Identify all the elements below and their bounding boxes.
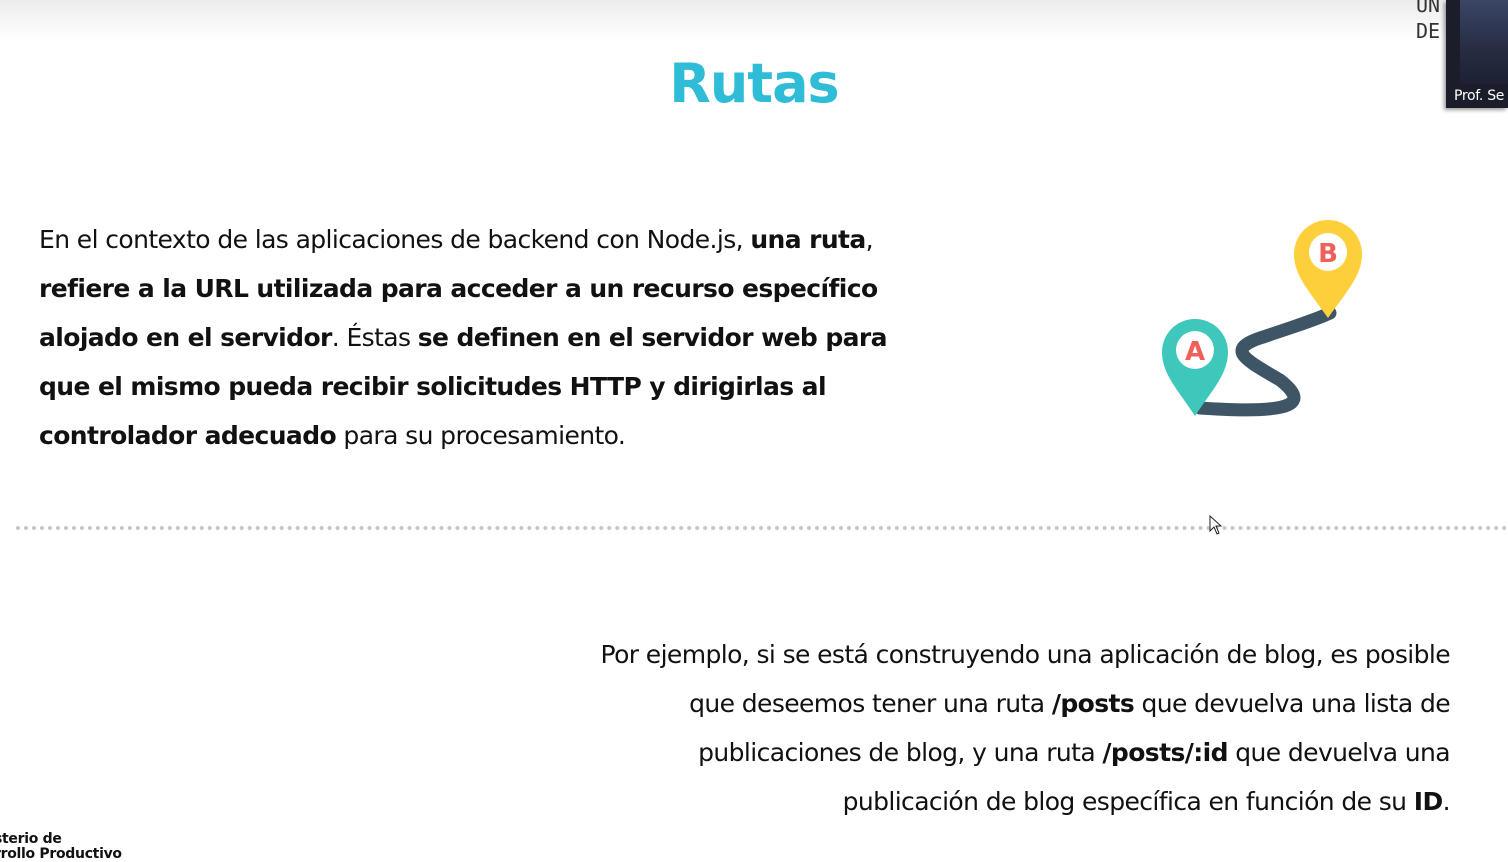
footer-line: rrollo Productivo: [0, 846, 122, 862]
participant-video-tile[interactable]: Prof. Se: [1446, 0, 1508, 108]
participant-name: Prof. Se: [1454, 88, 1505, 104]
text-run: En el contexto de las aplicaciones de ba…: [39, 225, 751, 254]
pin-a-icon: A: [1162, 319, 1228, 416]
text-run: para su procesamiento.: [336, 421, 626, 450]
bold-run: una ruta: [750, 225, 866, 254]
participant-video-feed: [1460, 0, 1508, 84]
bold-run: ID: [1413, 787, 1443, 816]
dotted-divider: [16, 526, 1508, 530]
footer-line: sterio de: [0, 831, 62, 847]
slide-title: Rutas: [669, 52, 839, 115]
mouse-cursor-icon: [1209, 514, 1223, 535]
route-map-pins-icon: B A: [1162, 220, 1362, 417]
top-shade: [0, 0, 1508, 40]
text-run: . Éstas: [331, 323, 418, 352]
definition-paragraph: En el contexto de las aplicaciones de ba…: [39, 215, 899, 460]
text-run: ,: [865, 225, 874, 254]
pin-b-label: B: [1318, 239, 1338, 269]
background-text: UN DE: [1416, 0, 1441, 43]
bold-run: /posts/:id: [1102, 738, 1228, 767]
text-run: .: [1442, 787, 1451, 816]
bold-run: /posts: [1051, 689, 1135, 718]
pin-b-icon: B: [1294, 220, 1362, 318]
example-paragraph: Por ejemplo, si se está construyendo una…: [570, 630, 1450, 826]
pin-a-label: A: [1185, 337, 1205, 367]
